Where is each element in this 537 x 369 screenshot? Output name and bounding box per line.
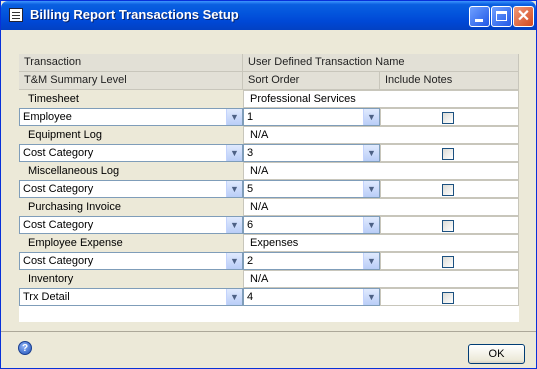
billing-report-transactions-setup-window: Billing Report Transactions Setup ✕ Tran… <box>0 0 537 369</box>
user-defined-name-field[interactable]: N/A <box>243 162 519 180</box>
sort-order-value: 3 <box>247 147 254 159</box>
include-notes-checkbox[interactable] <box>442 256 454 268</box>
detail-row: Trx Detail ▼ 4 ▼ <box>19 288 519 306</box>
sort-order-dropdown[interactable]: 5 ▼ <box>243 180 380 198</box>
transaction-row: Employee Expense Expenses <box>19 234 519 252</box>
detail-row: Employee ▼ 1 ▼ <box>19 108 519 126</box>
chevron-down-icon[interactable]: ▼ <box>226 289 242 305</box>
user-defined-name-field[interactable]: N/A <box>243 126 519 144</box>
include-notes-cell <box>380 216 519 234</box>
summary-level-dropdown[interactable]: Cost Category ▼ <box>19 144 243 162</box>
summary-level-value: Cost Category <box>23 219 94 231</box>
summary-level-value: Cost Category <box>23 183 94 195</box>
chevron-down-icon[interactable]: ▼ <box>226 253 242 269</box>
summary-level-dropdown[interactable]: Cost Category ▼ <box>19 216 243 234</box>
chevron-down-icon[interactable]: ▼ <box>226 109 242 125</box>
include-notes-checkbox[interactable] <box>442 292 454 304</box>
summary-level-dropdown[interactable]: Cost Category ▼ <box>19 252 243 270</box>
chevron-down-icon[interactable]: ▼ <box>363 145 379 161</box>
sort-order-value: 1 <box>247 111 254 123</box>
transaction-label: Timesheet <box>28 93 79 105</box>
sort-order-value: 4 <box>247 291 254 303</box>
sort-order-dropdown[interactable]: 3 ▼ <box>243 144 380 162</box>
sort-order-dropdown[interactable]: 1 ▼ <box>243 108 380 126</box>
transaction-label: Equipment Log <box>28 129 102 141</box>
user-defined-name-field[interactable]: N/A <box>243 270 519 288</box>
include-notes-checkbox[interactable] <box>442 112 454 124</box>
chevron-down-icon[interactable]: ▼ <box>226 181 242 197</box>
sort-order-value: 2 <box>247 255 254 267</box>
chevron-down-icon[interactable]: ▼ <box>226 217 242 233</box>
window-icon <box>9 8 23 22</box>
header-sort-order: Sort Order <box>243 72 380 90</box>
sort-order-dropdown[interactable]: 4 ▼ <box>243 288 380 306</box>
user-defined-name-field[interactable]: Expenses <box>243 234 519 252</box>
include-notes-cell <box>380 180 519 198</box>
include-notes-checkbox[interactable] <box>442 220 454 232</box>
sort-order-dropdown[interactable]: 6 ▼ <box>243 216 380 234</box>
ok-button[interactable]: OK <box>468 344 525 364</box>
chevron-down-icon[interactable]: ▼ <box>363 109 379 125</box>
sort-order-value: 5 <box>247 183 254 195</box>
include-notes-cell <box>380 144 519 162</box>
transaction-row: Equipment Log N/A <box>19 126 519 144</box>
summary-level-value: Cost Category <box>23 147 94 159</box>
detail-row: Cost Category ▼ 3 ▼ <box>19 144 519 162</box>
chevron-down-icon[interactable]: ▼ <box>226 145 242 161</box>
chevron-down-icon[interactable]: ▼ <box>363 289 379 305</box>
header-include-notes: Include Notes <box>380 72 519 90</box>
sort-order-dropdown[interactable]: 2 ▼ <box>243 252 380 270</box>
window-title: Billing Report Transactions Setup <box>30 7 239 22</box>
minimize-button[interactable] <box>469 6 490 27</box>
chevron-down-icon[interactable]: ▼ <box>363 253 379 269</box>
summary-level-value: Cost Category <box>23 255 94 267</box>
transaction-row: Purchasing Invoice N/A <box>19 198 519 216</box>
transaction-label: Purchasing Invoice <box>28 201 121 213</box>
transaction-label: Inventory <box>28 273 74 285</box>
maximize-button[interactable] <box>491 6 512 27</box>
footer-separator <box>1 331 536 332</box>
detail-row: Cost Category ▼ 6 ▼ <box>19 216 519 234</box>
include-notes-checkbox[interactable] <box>442 184 454 196</box>
include-notes-checkbox[interactable] <box>442 148 454 160</box>
maximize-icon <box>496 11 507 21</box>
summary-level-value: Trx Detail <box>23 291 70 303</box>
transaction-row: Inventory N/A <box>19 270 519 288</box>
close-icon: ✕ <box>516 8 531 25</box>
user-defined-name-field[interactable]: N/A <box>243 198 519 216</box>
include-notes-cell <box>380 108 519 126</box>
transactions-grid: Transaction User Defined Transaction Nam… <box>19 54 519 322</box>
help-icon[interactable]: ? <box>18 341 32 355</box>
header-transaction: Transaction <box>19 54 243 72</box>
summary-level-dropdown[interactable]: Employee ▼ <box>19 108 243 126</box>
close-button[interactable]: ✕ <box>513 6 534 27</box>
header-summary-level: T&M Summary Level <box>19 72 243 90</box>
chevron-down-icon[interactable]: ▼ <box>363 181 379 197</box>
transaction-row: Timesheet Professional Services <box>19 90 519 108</box>
include-notes-cell <box>380 252 519 270</box>
user-defined-name-field[interactable]: Professional Services <box>243 90 519 108</box>
detail-row: Cost Category ▼ 5 ▼ <box>19 180 519 198</box>
minimize-icon <box>475 19 483 22</box>
summary-level-dropdown[interactable]: Trx Detail ▼ <box>19 288 243 306</box>
chevron-down-icon[interactable]: ▼ <box>363 217 379 233</box>
transaction-label: Employee Expense <box>28 237 123 249</box>
transaction-label: Miscellaneous Log <box>28 165 120 177</box>
header-user-defined-name: User Defined Transaction Name <box>243 54 519 72</box>
include-notes-cell <box>380 288 519 306</box>
title-bar[interactable]: Billing Report Transactions Setup ✕ <box>1 1 536 30</box>
summary-level-value: Employee <box>23 111 72 123</box>
sort-order-value: 6 <box>247 219 254 231</box>
summary-level-dropdown[interactable]: Cost Category ▼ <box>19 180 243 198</box>
transaction-row: Miscellaneous Log N/A <box>19 162 519 180</box>
detail-row: Cost Category ▼ 2 ▼ <box>19 252 519 270</box>
